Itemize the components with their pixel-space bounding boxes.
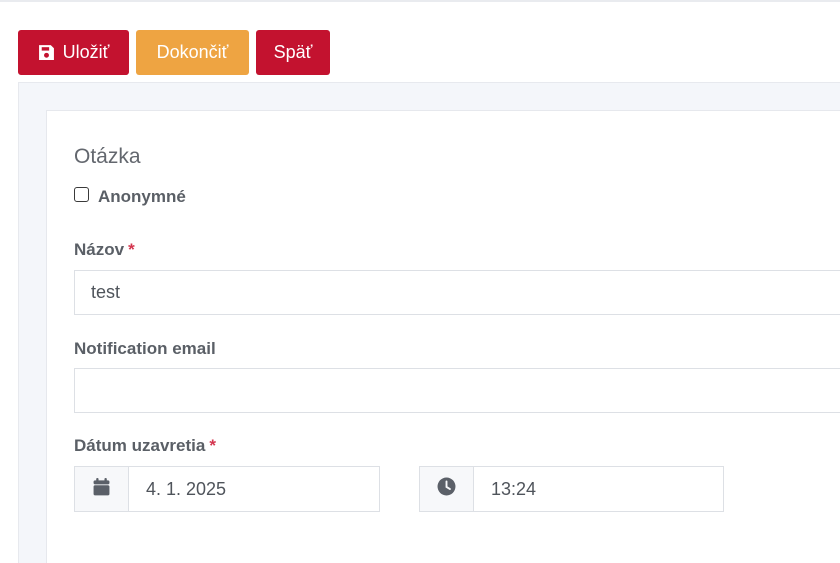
finish-button-label: Dokončiť — [156, 42, 229, 62]
save-button-label: Uložiť — [62, 42, 110, 62]
back-button[interactable]: Späť — [256, 30, 330, 75]
date-input[interactable]: 4. 1. 2025 — [129, 466, 380, 512]
closing-date-label-text: Dátum uzavretia — [74, 436, 206, 455]
clock-icon — [437, 477, 456, 501]
notification-email-input[interactable] — [74, 368, 840, 413]
time-input[interactable]: 13:24 — [474, 466, 724, 512]
name-label: Názov * — [74, 240, 135, 260]
calendar-icon — [93, 477, 110, 501]
name-input[interactable]: test — [74, 270, 840, 315]
name-required-mark: * — [128, 240, 135, 259]
name-input-value: test — [91, 282, 121, 302]
closing-date-label: Dátum uzavretia * — [74, 436, 216, 456]
time-picker-toggle[interactable] — [419, 466, 474, 512]
closing-date-required-mark: * — [209, 436, 216, 455]
date-input-value: 4. 1. 2025 — [146, 478, 227, 499]
time-picker: 13:24 — [419, 466, 724, 512]
section-title: Otázka — [74, 145, 141, 168]
date-picker: 4. 1. 2025 — [74, 466, 380, 512]
time-input-value: 13:24 — [491, 478, 537, 499]
floppy-disk-icon — [38, 44, 55, 61]
notification-email-label: Notification email — [74, 339, 216, 358]
date-picker-toggle[interactable] — [74, 466, 129, 512]
save-button[interactable]: Uložiť — [18, 30, 129, 75]
form-toolbar: Uložiť Dokončiť Späť — [18, 30, 330, 75]
finish-button[interactable]: Dokončiť — [136, 30, 249, 75]
anonymous-option[interactable]: Anonymné — [74, 186, 186, 207]
anonymous-checkbox[interactable] — [74, 186, 89, 202]
back-button-label: Späť — [273, 42, 313, 62]
top-divider — [0, 0, 840, 2]
name-label-text: Názov — [74, 240, 125, 259]
anonymous-label: Anonymné — [98, 187, 186, 206]
